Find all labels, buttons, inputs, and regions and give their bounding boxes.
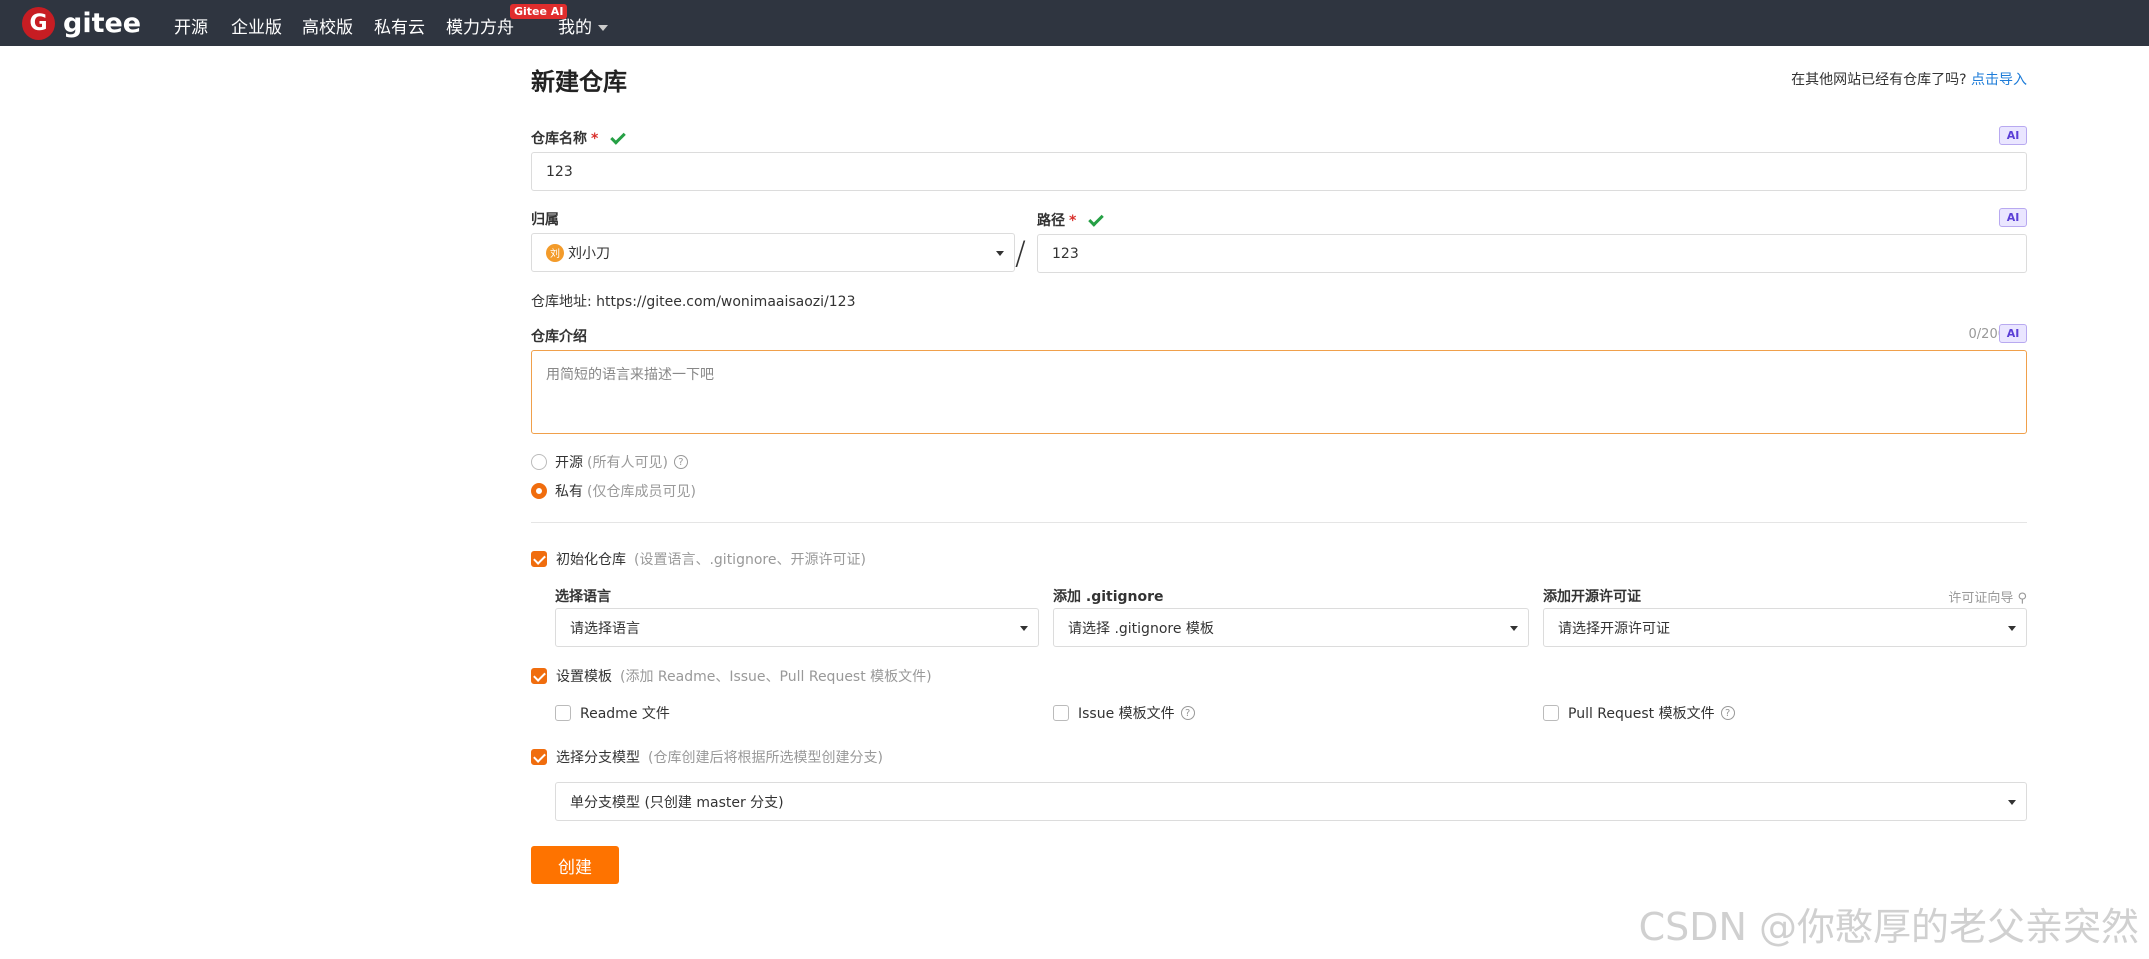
language-value: 请选择语言 bbox=[570, 620, 640, 637]
chevron-down-icon bbox=[598, 25, 608, 31]
radio-private[interactable] bbox=[531, 483, 547, 499]
issue-template-option[interactable]: Issue 模板文件 ? bbox=[1053, 703, 1195, 723]
license-label: 添加开源许可证 bbox=[1543, 589, 1641, 605]
readme-label: Readme 文件 bbox=[580, 706, 670, 722]
owner-select[interactable]: 刘 刘小刀 bbox=[531, 233, 1015, 272]
avatar: 刘 bbox=[546, 243, 564, 262]
top-navbar: G gitee 开源 企业版 高校版 私有云 模力方舟 Gitee AI 我的 bbox=[0, 0, 2149, 46]
template-hint: (添加 Readme、Issue、Pull Request 模板文件) bbox=[620, 669, 932, 685]
language-label: 选择语言 bbox=[555, 589, 611, 605]
branch-model-value: 单分支模型 (只创建 master 分支) bbox=[570, 794, 784, 811]
branch-model-option[interactable]: 选择分支模型 (仓库创建后将根据所选模型创建分支) bbox=[531, 747, 883, 767]
gitee-logo[interactable]: G gitee bbox=[22, 7, 141, 40]
required-mark: * bbox=[1069, 213, 1077, 229]
nav-link-private-cloud[interactable]: 私有云 bbox=[374, 13, 425, 38]
path-input[interactable]: 123 bbox=[1037, 234, 2027, 273]
pr-template-label: Pull Request 模板文件 bbox=[1568, 706, 1715, 722]
init-repo-label: 初始化仓库 bbox=[556, 552, 626, 568]
visibility-private[interactable]: 私有 (仅仓库成员可见) bbox=[531, 481, 696, 501]
readme-checkbox[interactable] bbox=[555, 705, 571, 721]
import-hint-text: 在其他网站已经有仓库了吗? bbox=[1791, 72, 1967, 88]
ai-button-intro[interactable]: AI bbox=[1999, 324, 2027, 343]
repo-address: 仓库地址: https://gitee.com/wonimaaisaozi/12… bbox=[531, 294, 856, 310]
nav-mine-label: 我的 bbox=[558, 18, 592, 38]
init-repo-hint: (设置语言、.gitignore、开源许可证) bbox=[634, 552, 866, 568]
repo-name-input[interactable]: 123 bbox=[531, 152, 2027, 191]
divider bbox=[531, 522, 2027, 523]
caret-down-icon bbox=[996, 251, 1004, 256]
import-link[interactable]: 点击导入 bbox=[1971, 72, 2027, 88]
watermark: CSDN @你憨厚的老父亲突然 bbox=[1638, 905, 2139, 949]
license-select[interactable]: 请选择开源许可证 bbox=[1543, 608, 2027, 647]
license-value: 请选择开源许可证 bbox=[1558, 620, 1670, 637]
owner-value: 刘小刀 bbox=[568, 245, 610, 262]
path-label: 路径 * bbox=[1037, 210, 1105, 230]
check-icon bbox=[1088, 211, 1105, 227]
gitignore-value: 请选择 .gitignore 模板 bbox=[1068, 620, 1214, 637]
branch-model-label: 选择分支模型 bbox=[556, 750, 640, 766]
init-repo-checkbox[interactable] bbox=[531, 551, 547, 567]
nav-link-university[interactable]: 高校版 bbox=[302, 13, 353, 38]
intro-textarea[interactable]: 用简短的语言来描述一下吧 bbox=[531, 350, 2027, 434]
public-hint: (所有人可见) bbox=[587, 455, 668, 471]
caret-down-icon bbox=[2008, 626, 2016, 631]
owner-label: 归属 bbox=[531, 212, 559, 228]
required-mark: * bbox=[591, 131, 599, 147]
repo-name-label-text: 仓库名称 bbox=[531, 131, 587, 147]
template-label: 设置模板 bbox=[556, 669, 612, 685]
caret-down-icon bbox=[1020, 626, 1028, 631]
visibility-public[interactable]: 开源 (所有人可见) ? bbox=[531, 452, 688, 472]
private-hint: (仅仓库成员可见) bbox=[587, 484, 696, 500]
gitee-logo-text: gitee bbox=[63, 8, 142, 39]
gitee-logo-icon: G bbox=[22, 7, 55, 40]
gitignore-label: 添加 .gitignore bbox=[1053, 589, 1164, 605]
nav-link-open-source[interactable]: 开源 bbox=[174, 13, 208, 38]
language-select[interactable]: 请选择语言 bbox=[555, 608, 1039, 647]
ai-button-path[interactable]: AI bbox=[1999, 208, 2027, 227]
branch-model-checkbox[interactable] bbox=[531, 749, 547, 765]
nav-link-enterprise[interactable]: 企业版 bbox=[231, 13, 282, 38]
issue-template-label: Issue 模板文件 bbox=[1078, 706, 1175, 722]
nav-link-moli-fangzhou[interactable]: 模力方舟 bbox=[446, 13, 514, 38]
public-label: 开源 bbox=[555, 455, 583, 471]
gitignore-select[interactable]: 请选择 .gitignore 模板 bbox=[1053, 608, 1529, 647]
path-separator: / bbox=[1015, 234, 1026, 272]
branch-model-select[interactable]: 单分支模型 (只创建 master 分支) bbox=[555, 782, 2027, 821]
template-option[interactable]: 设置模板 (添加 Readme、Issue、Pull Request 模板文件) bbox=[531, 666, 932, 686]
ai-button-repo-name[interactable]: AI bbox=[1999, 126, 2027, 145]
page-title: 新建仓库 bbox=[531, 68, 627, 96]
readme-option[interactable]: Readme 文件 bbox=[555, 703, 670, 723]
license-guide-link[interactable]: 许可证向导 ⚲ bbox=[1948, 587, 2027, 606]
init-repo-option[interactable]: 初始化仓库 (设置语言、.gitignore、开源许可证) bbox=[531, 549, 866, 569]
caret-down-icon bbox=[2008, 800, 2016, 805]
repo-name-label: 仓库名称 * bbox=[531, 128, 627, 148]
create-button[interactable]: 创建 bbox=[531, 846, 619, 884]
pr-template-checkbox[interactable] bbox=[1543, 705, 1559, 721]
intro-label: 仓库介绍 bbox=[531, 329, 587, 345]
help-icon[interactable]: ? bbox=[673, 455, 688, 469]
branch-model-hint: (仓库创建后将根据所选模型创建分支) bbox=[648, 750, 883, 766]
check-icon bbox=[610, 129, 627, 145]
radio-public[interactable] bbox=[531, 454, 547, 470]
import-hint: 在其他网站已经有仓库了吗? 点击导入 bbox=[1791, 69, 2027, 89]
pr-template-option[interactable]: Pull Request 模板文件 ? bbox=[1543, 703, 1735, 723]
nav-link-mine[interactable]: 我的 bbox=[558, 13, 608, 38]
help-icon[interactable]: ? bbox=[1720, 706, 1735, 720]
help-icon[interactable]: ? bbox=[1180, 706, 1195, 720]
template-checkbox[interactable] bbox=[531, 668, 547, 684]
issue-template-checkbox[interactable] bbox=[1053, 705, 1069, 721]
caret-down-icon bbox=[1510, 626, 1518, 631]
path-label-text: 路径 bbox=[1037, 213, 1065, 229]
private-label: 私有 bbox=[555, 484, 583, 500]
